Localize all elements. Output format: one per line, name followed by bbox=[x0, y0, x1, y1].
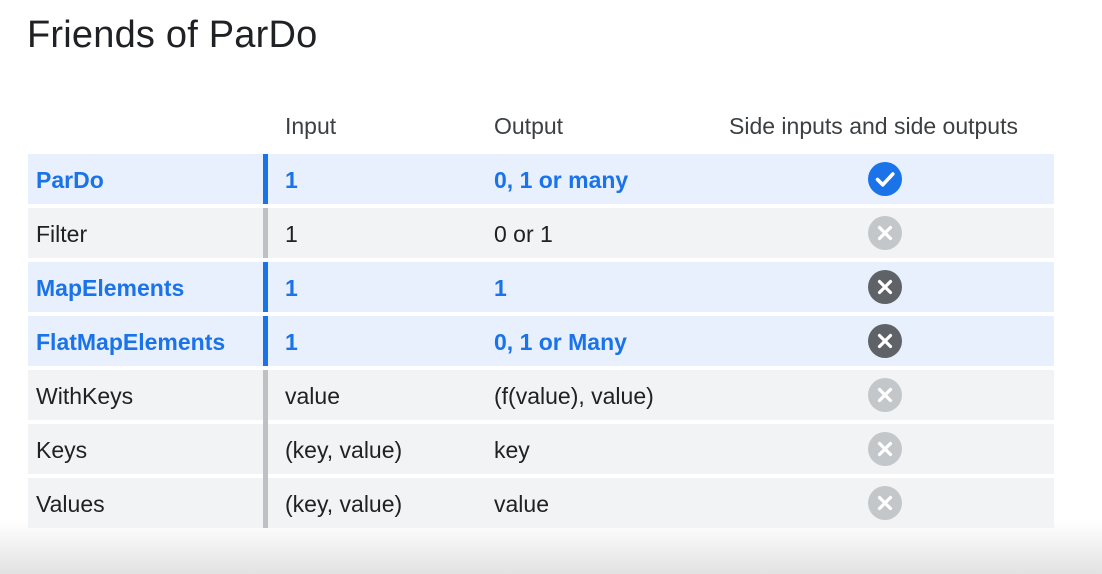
row-input: (key, value) bbox=[285, 437, 403, 463]
header-side-inputs-outputs: Side inputs and side outputs bbox=[729, 113, 1018, 139]
cross-dark-icon bbox=[868, 270, 902, 304]
cross-light-icon bbox=[868, 486, 902, 520]
check-icon bbox=[868, 162, 902, 196]
row-divider bbox=[263, 262, 268, 312]
row-output: 0, 1 or many bbox=[494, 167, 629, 193]
cross-light-icon bbox=[868, 432, 902, 466]
cross-light-icon bbox=[868, 378, 902, 412]
table-header: Input Output Side inputs and side output… bbox=[28, 104, 1054, 154]
row-input: 1 bbox=[285, 221, 298, 247]
row-name: ParDo bbox=[36, 167, 104, 193]
row-name: WithKeys bbox=[36, 383, 134, 409]
row-output: 0 or 1 bbox=[494, 221, 553, 247]
row-divider bbox=[263, 370, 268, 420]
row-output: (f(value), value) bbox=[494, 383, 654, 409]
page-title: Friends of ParDo bbox=[27, 14, 318, 56]
table-row: FlatMapElements 1 0, 1 or Many bbox=[28, 316, 1054, 366]
row-divider bbox=[263, 316, 268, 366]
row-output: value bbox=[494, 491, 549, 517]
row-output: 1 bbox=[494, 275, 507, 301]
row-divider bbox=[263, 154, 268, 204]
row-input: (key, value) bbox=[285, 491, 403, 517]
row-output: key bbox=[494, 437, 530, 463]
table-row: MapElements 1 1 bbox=[28, 262, 1054, 312]
cross-dark-icon bbox=[868, 324, 902, 358]
row-input: 1 bbox=[285, 167, 298, 193]
row-output: 0, 1 or Many bbox=[494, 329, 627, 355]
header-input: Input bbox=[285, 113, 337, 139]
row-name: FlatMapElements bbox=[36, 329, 226, 355]
row-divider bbox=[263, 478, 268, 528]
row-name: MapElements bbox=[36, 275, 185, 301]
cross-light-icon bbox=[868, 216, 902, 250]
row-input: 1 bbox=[285, 275, 298, 301]
row-input: 1 bbox=[285, 329, 298, 355]
comparison-table: Input Output Side inputs and side output… bbox=[28, 104, 1054, 532]
table-row: Filter 1 0 or 1 bbox=[28, 208, 1054, 258]
row-name: Keys bbox=[36, 437, 88, 463]
table-row: WithKeys value (f(value), value) bbox=[28, 370, 1054, 424]
row-divider bbox=[263, 208, 268, 258]
row-input: value bbox=[285, 383, 340, 409]
header-output: Output bbox=[494, 113, 564, 139]
table-row: Values (key, value) value bbox=[28, 478, 1054, 528]
table-row: ParDo 1 0, 1 or many bbox=[28, 154, 1054, 204]
table-row: Keys (key, value) key bbox=[28, 424, 1054, 478]
row-name: Filter bbox=[36, 221, 88, 247]
row-divider bbox=[263, 424, 268, 474]
row-name: Values bbox=[36, 491, 105, 517]
